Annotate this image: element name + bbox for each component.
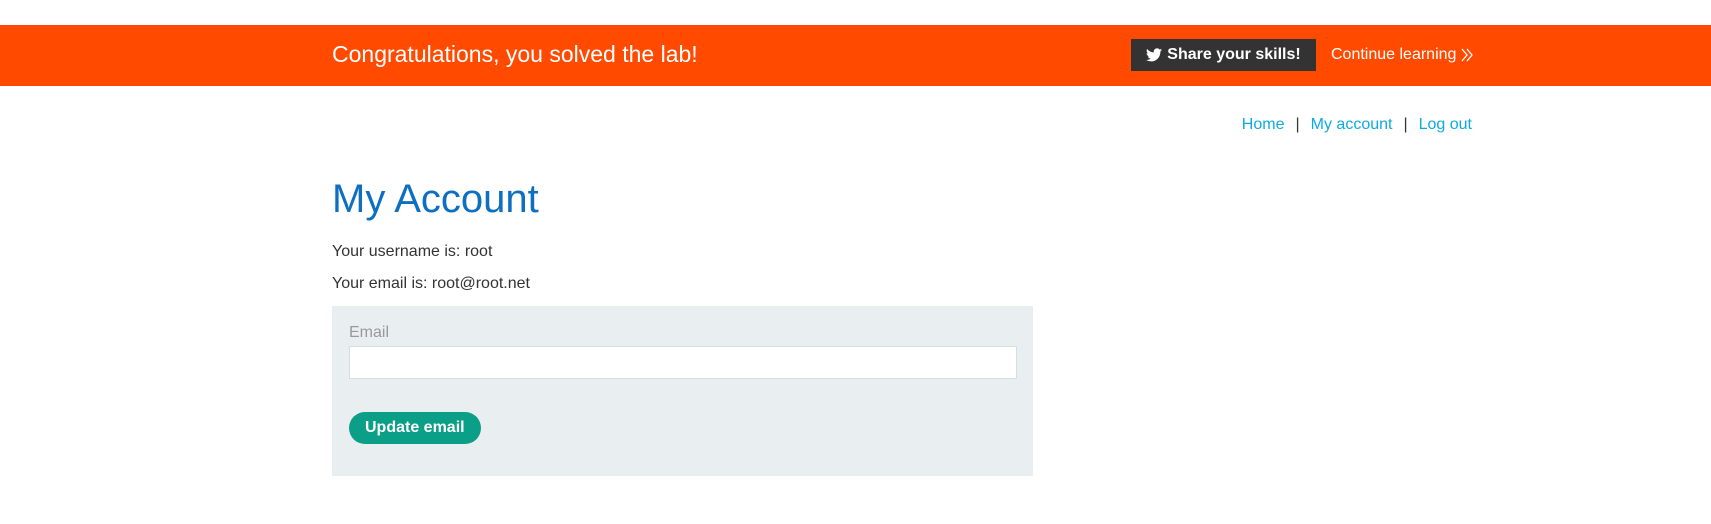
email-input[interactable] — [349, 346, 1017, 379]
share-skills-label: Share your skills! — [1167, 46, 1301, 63]
top-spacer — [0, 0, 1711, 25]
email-info: Your email is: root@root.net — [332, 275, 530, 292]
continue-learning-link[interactable]: Continue learning — [1331, 39, 1474, 71]
nav-home-link[interactable]: Home — [1242, 114, 1285, 136]
nav-log-out-link[interactable]: Log out — [1419, 114, 1472, 136]
nav-my-account-link[interactable]: My account — [1311, 114, 1393, 136]
email-label: Email — [349, 324, 390, 341]
share-skills-button[interactable]: Share your skills! — [1131, 39, 1316, 71]
top-navigation: Home | My account | Log out — [1242, 114, 1472, 136]
lab-solved-banner: Congratulations, you solved the lab! Sha… — [0, 25, 1711, 86]
page-title: My Account — [332, 177, 539, 221]
continue-learning-label: Continue learning — [1331, 46, 1457, 63]
update-email-button[interactable]: Update email — [349, 412, 481, 444]
username-info: Your username is: root — [332, 243, 493, 260]
update-email-form: Email Update email — [332, 306, 1033, 476]
nav-separator: | — [1403, 116, 1408, 133]
twitter-bird-icon — [1146, 48, 1163, 62]
nav-separator: | — [1295, 116, 1300, 133]
double-chevron-right-icon — [1460, 48, 1474, 62]
banner-title: Congratulations, you solved the lab! — [332, 41, 698, 67]
